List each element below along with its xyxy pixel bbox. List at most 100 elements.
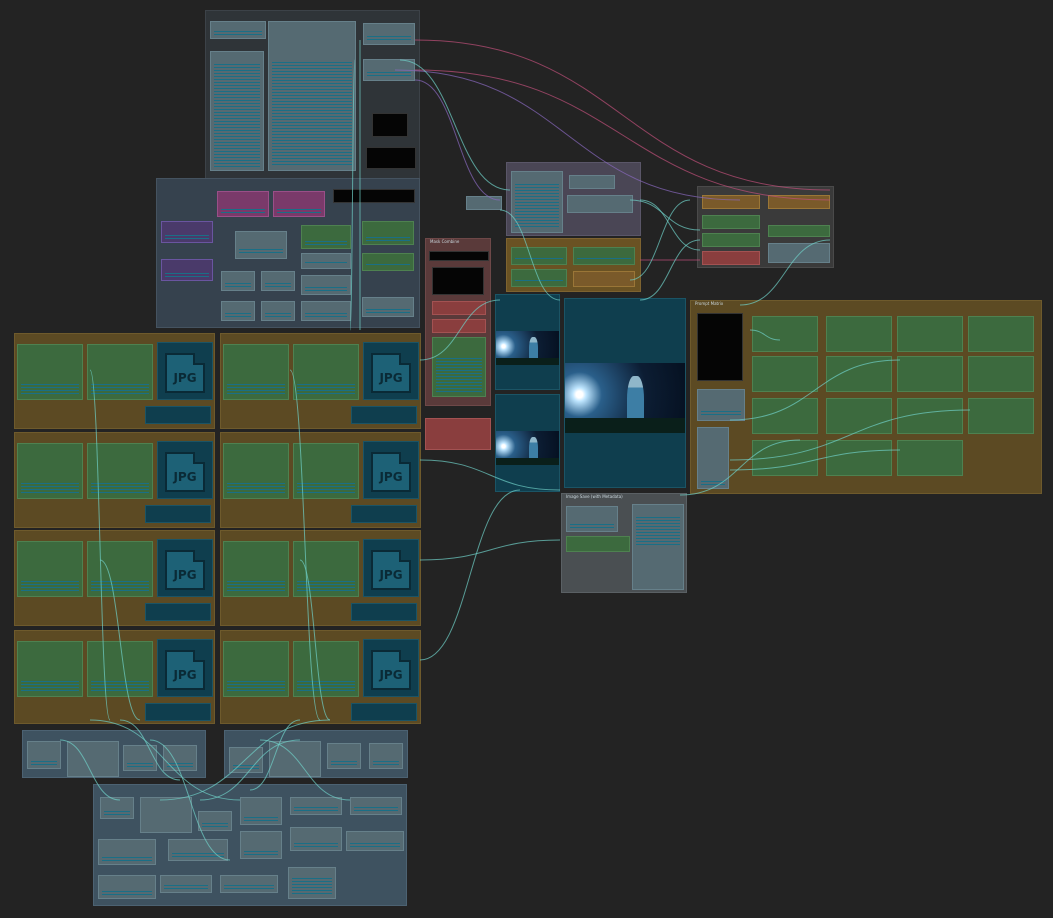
matrix-prompt-node-11[interactable] bbox=[897, 398, 963, 434]
node-mask-green[interactable] bbox=[432, 337, 486, 397]
node-purple-1[interactable] bbox=[161, 221, 213, 243]
node-b-11[interactable] bbox=[346, 831, 404, 851]
image-output-node[interactable] bbox=[351, 703, 417, 721]
matrix-prompt-node-3[interactable] bbox=[897, 316, 963, 352]
node-red-standalone[interactable] bbox=[425, 418, 491, 450]
config-node-group[interactable] bbox=[156, 178, 420, 328]
node-purple-group-b[interactable] bbox=[567, 195, 633, 213]
prompt-node-a[interactable] bbox=[223, 443, 289, 499]
prompt-node-a[interactable] bbox=[223, 344, 289, 400]
bottom-left-group-2[interactable] bbox=[224, 730, 408, 778]
matrix-prompt-node-7[interactable] bbox=[897, 356, 963, 392]
node-orange-1[interactable] bbox=[573, 271, 635, 287]
node-save-list[interactable] bbox=[632, 504, 684, 590]
node-mid-6[interactable] bbox=[221, 301, 255, 321]
node-save-green[interactable] bbox=[566, 536, 630, 552]
matrix-prompt-node-4[interactable] bbox=[968, 316, 1034, 352]
prompt-node-b[interactable] bbox=[87, 344, 153, 400]
node-purple-2[interactable] bbox=[161, 259, 213, 281]
prompt-node-b[interactable] bbox=[87, 541, 153, 597]
node-b-4[interactable] bbox=[240, 797, 282, 825]
node-mid-green-2[interactable] bbox=[362, 221, 414, 245]
prompt-group-4[interactable]: JPG bbox=[220, 432, 421, 528]
topright-node-group[interactable] bbox=[697, 186, 834, 268]
node-b-6[interactable] bbox=[350, 797, 402, 815]
node-tr-green-2[interactable] bbox=[768, 225, 830, 237]
node-mid-1[interactable] bbox=[235, 231, 287, 259]
node-mask-2[interactable] bbox=[432, 319, 486, 333]
node-tr-green-1[interactable] bbox=[702, 215, 760, 229]
node-mid-7[interactable] bbox=[261, 301, 295, 321]
node-tr-orange-1[interactable] bbox=[702, 195, 760, 209]
node-mid-8[interactable] bbox=[301, 301, 351, 321]
node-b-2[interactable] bbox=[140, 797, 192, 833]
node-orange-green-2[interactable] bbox=[573, 247, 635, 265]
node-b-15[interactable] bbox=[288, 867, 336, 899]
prompt-node-a[interactable] bbox=[17, 641, 83, 697]
prompt-node-b[interactable] bbox=[293, 641, 359, 697]
node-save-1[interactable] bbox=[566, 506, 618, 532]
save-image-node[interactable]: JPG bbox=[157, 342, 213, 400]
top-node-group[interactable] bbox=[205, 10, 420, 180]
node-mid-3[interactable] bbox=[221, 271, 255, 291]
matrix-prompt-node-1[interactable] bbox=[752, 316, 818, 352]
matrix-prompt-node-13[interactable] bbox=[752, 440, 818, 476]
node-b-8[interactable] bbox=[168, 839, 228, 861]
node-mid-green-1[interactable] bbox=[301, 225, 351, 249]
node-bl-5[interactable] bbox=[229, 747, 263, 773]
matrix-prompt-node-9[interactable] bbox=[752, 398, 818, 434]
node-right-preview[interactable] bbox=[697, 313, 743, 381]
save-image-node[interactable]: JPG bbox=[363, 539, 419, 597]
node-b-9[interactable] bbox=[240, 831, 282, 859]
image-output-node[interactable] bbox=[351, 406, 417, 424]
image-output-node[interactable] bbox=[145, 603, 211, 621]
node-small-connector[interactable] bbox=[466, 196, 502, 210]
save-image-node[interactable]: JPG bbox=[363, 639, 419, 697]
node-dark-bar[interactable] bbox=[333, 189, 415, 203]
matrix-prompt-node-6[interactable] bbox=[826, 356, 892, 392]
node-bl-8[interactable] bbox=[369, 743, 403, 769]
node-bl-6[interactable] bbox=[269, 741, 321, 777]
node-b-1[interactable] bbox=[100, 797, 134, 819]
matrix-prompt-node-2[interactable] bbox=[826, 316, 892, 352]
node-b-10[interactable] bbox=[290, 827, 342, 851]
orange-node-group[interactable] bbox=[506, 238, 641, 292]
node-bl-7[interactable] bbox=[327, 743, 361, 769]
prompt-group-2[interactable]: JPG bbox=[220, 333, 421, 429]
node-orange-green-1[interactable] bbox=[511, 247, 567, 265]
save-image-node[interactable]: JPG bbox=[363, 342, 419, 400]
bottom-group[interactable] bbox=[93, 784, 407, 906]
node-mid-4[interactable] bbox=[261, 271, 295, 291]
prompt-group-8[interactable]: JPG bbox=[220, 630, 421, 724]
image-output-node[interactable] bbox=[145, 703, 211, 721]
preview-node-1[interactable] bbox=[495, 294, 560, 390]
node-top-small-1[interactable] bbox=[210, 21, 266, 39]
node-right-gray-1[interactable] bbox=[697, 389, 745, 421]
node-b-7[interactable] bbox=[98, 839, 156, 865]
prompt-node-b[interactable] bbox=[87, 443, 153, 499]
node-top-list-left[interactable] bbox=[210, 51, 264, 171]
matrix-prompt-node-8[interactable] bbox=[968, 356, 1034, 392]
save-image-node[interactable]: JPG bbox=[157, 539, 213, 597]
node-bl-1[interactable] bbox=[27, 741, 61, 769]
matrix-prompt-node-15[interactable] bbox=[897, 440, 963, 476]
node-mid-2[interactable] bbox=[301, 253, 351, 269]
preview-node-2[interactable] bbox=[495, 394, 560, 492]
image-output-node[interactable] bbox=[145, 505, 211, 523]
node-tr-orange-2[interactable] bbox=[768, 195, 830, 209]
node-mask-preview[interactable] bbox=[432, 267, 484, 295]
node-bl-4[interactable] bbox=[163, 745, 197, 771]
image-output-node[interactable] bbox=[351, 505, 417, 523]
node-tr-gray[interactable] bbox=[768, 243, 830, 263]
prompt-group-6[interactable]: JPG bbox=[220, 530, 421, 626]
node-top-right-2[interactable] bbox=[363, 59, 415, 81]
prompt-node-b[interactable] bbox=[293, 344, 359, 400]
node-purple-group-a[interactable] bbox=[569, 175, 615, 189]
node-pink-1[interactable] bbox=[217, 191, 269, 217]
prompt-group-3[interactable]: JPG bbox=[14, 432, 215, 528]
node-b-12[interactable] bbox=[98, 875, 156, 899]
node-b-3[interactable] bbox=[198, 811, 232, 831]
node-bl-3[interactable] bbox=[123, 745, 157, 771]
prompt-node-a[interactable] bbox=[17, 344, 83, 400]
node-b-5[interactable] bbox=[290, 797, 342, 815]
